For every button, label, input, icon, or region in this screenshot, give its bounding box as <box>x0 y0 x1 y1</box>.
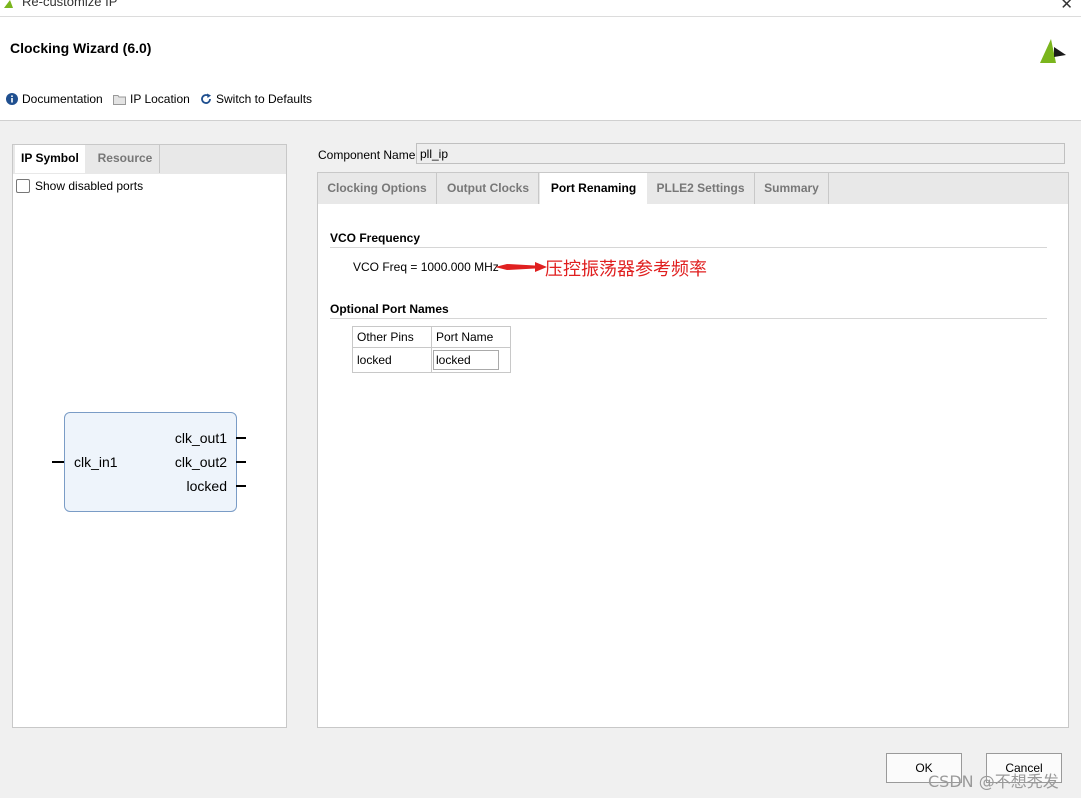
vivado-logo-icon <box>1040 39 1066 63</box>
ip-symbol-block: clk_in1 clk_out1 clk_out2 locked <box>64 412 237 512</box>
ip-symbol-panel: IP Symbol Resource Show disabled ports c… <box>12 144 287 728</box>
annotation-arrow-icon <box>495 262 547 272</box>
component-name-field[interactable]: pll_ip <box>416 143 1065 164</box>
other-pin-cell: locked <box>352 347 432 373</box>
port-clk-in1: clk_in1 <box>74 454 118 470</box>
port-clk-out2: clk_out2 <box>174 454 227 470</box>
tab-port-renaming[interactable]: Port Renaming <box>540 173 647 204</box>
tab-plle2-settings[interactable]: PLLE2 Settings <box>647 173 755 204</box>
clk-out2-pin <box>236 461 246 463</box>
wizard-header: Clocking Wizard (6.0) Documentation IP L… <box>0 17 1081 121</box>
port-names-table: Other Pins Port Name locked locked <box>352 326 511 373</box>
tab-output-clocks[interactable]: Output Clocks <box>438 173 539 204</box>
close-icon[interactable]: ✕ <box>1060 0 1073 13</box>
vco-frequency-heading: VCO Frequency <box>330 231 421 245</box>
title-bar: Re-customize IP ✕ <box>0 0 1081 17</box>
table-row: locked locked <box>352 347 511 373</box>
window-title: Re-customize IP <box>22 0 118 9</box>
watermark-text: CSDN @不想秃发 <box>928 772 1059 791</box>
port-name-input[interactable]: locked <box>433 350 499 370</box>
tab-summary[interactable]: Summary <box>755 173 829 204</box>
tab-resource[interactable]: Resource <box>91 145 160 173</box>
documentation-label: Documentation <box>22 92 103 106</box>
info-icon <box>6 93 18 105</box>
clk-in1-pin <box>52 461 64 463</box>
locked-pin <box>236 485 246 487</box>
show-disabled-ports-checkbox[interactable]: Show disabled ports <box>16 179 143 193</box>
table-header-row: Other Pins Port Name <box>352 326 511 348</box>
refresh-icon <box>201 93 211 104</box>
annotation-text: 压控振荡器参考频率 <box>545 259 707 280</box>
ip-location-label: IP Location <box>130 92 190 106</box>
col-port-name: Port Name <box>431 326 511 348</box>
col-other-pins: Other Pins <box>352 326 432 348</box>
tab-ip-symbol[interactable]: IP Symbol <box>15 145 85 173</box>
folder-icon <box>113 94 126 105</box>
documentation-button[interactable]: Documentation <box>6 92 103 106</box>
vco-freq-text: VCO Freq = 1000.000 MHz <box>353 260 499 274</box>
ip-location-button[interactable]: IP Location <box>113 92 190 106</box>
vivado-logo-icon <box>4 0 13 8</box>
section-divider <box>330 247 1047 248</box>
port-name-cell: locked <box>431 347 511 373</box>
port-locked: locked <box>186 478 227 494</box>
show-disabled-ports-label: Show disabled ports <box>35 179 144 193</box>
section-divider <box>330 318 1047 319</box>
checkbox-box[interactable] <box>16 179 30 193</box>
configuration-panel: Clocking Options Output Clocks Port Rena… <box>317 172 1069 728</box>
port-clk-out1: clk_out1 <box>174 430 227 446</box>
tab-clocking-options[interactable]: Clocking Options <box>318 173 437 204</box>
switch-to-defaults-label: Switch to Defaults <box>216 92 313 106</box>
switch-to-defaults-button[interactable]: Switch to Defaults <box>200 92 312 106</box>
wizard-title: Clocking Wizard (6.0) <box>10 40 152 56</box>
optional-port-names-heading: Optional Port Names <box>330 302 449 316</box>
clk-out1-pin <box>236 437 246 439</box>
component-name-label: Component Name <box>318 148 416 162</box>
